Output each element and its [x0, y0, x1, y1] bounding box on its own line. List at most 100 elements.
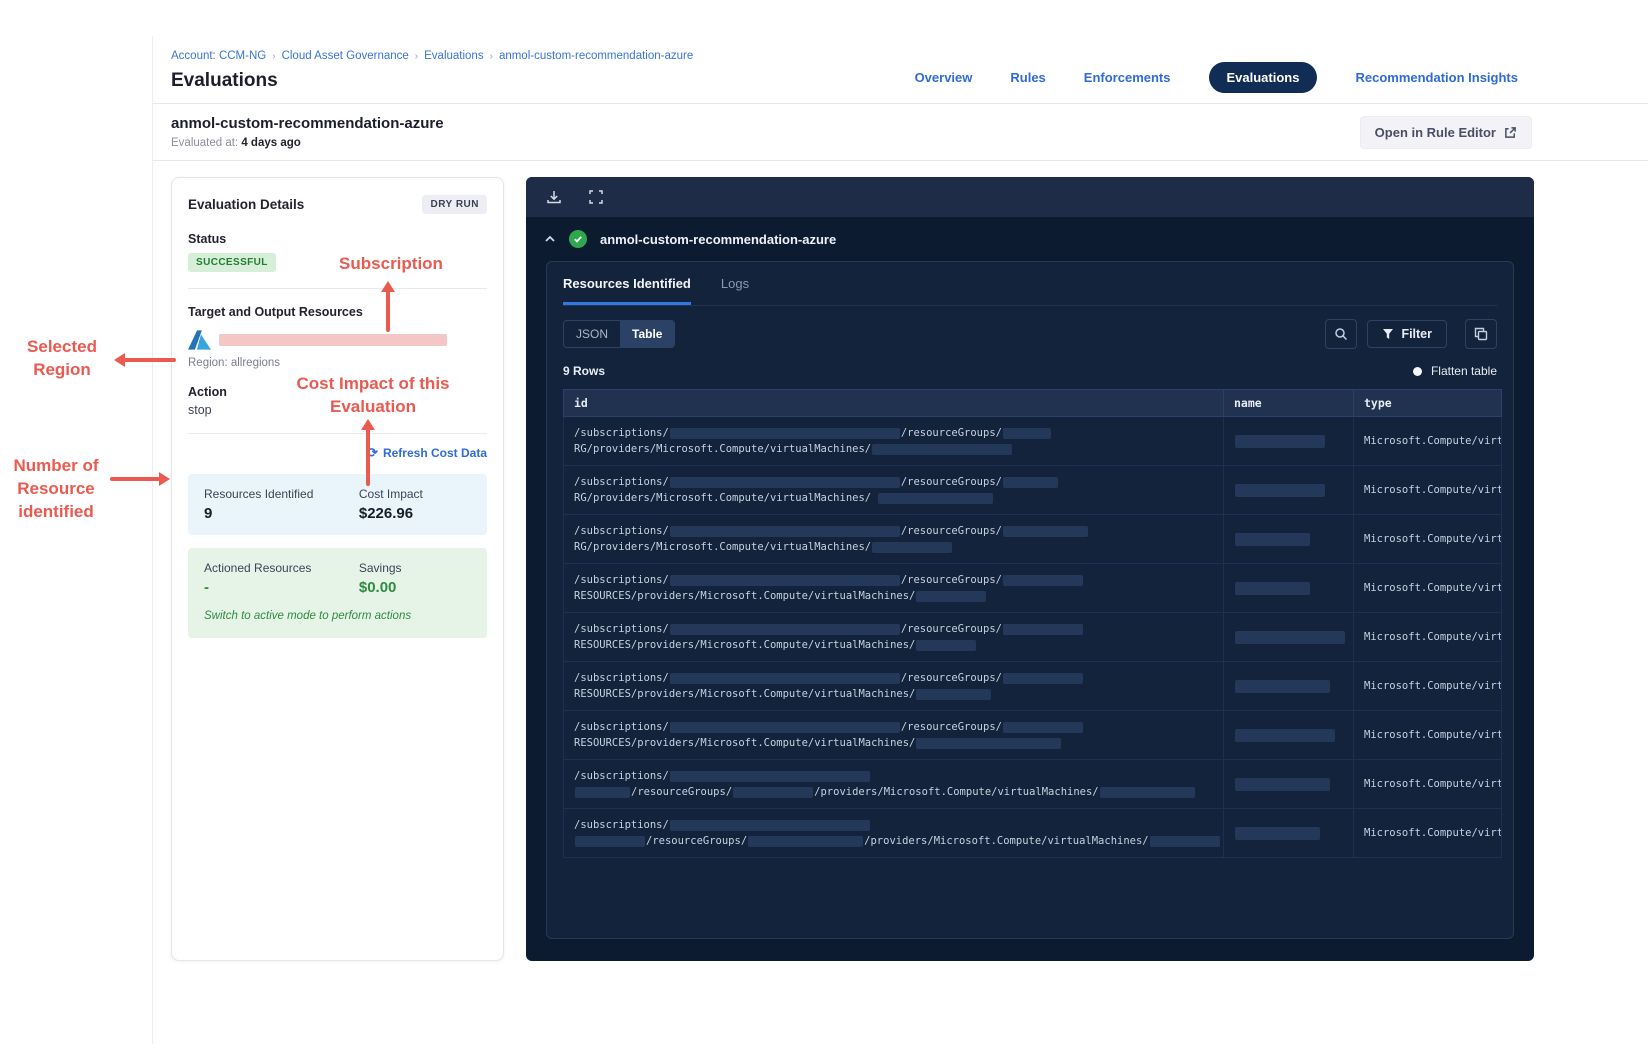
breadcrumb-item[interactable]: anmol-custom-recommendation-azure [499, 50, 693, 62]
tab-logs[interactable]: Logs [721, 276, 749, 305]
table-row[interactable]: /subscriptions//resourceGroups/RESOURCES… [563, 710, 1502, 760]
identified-stats-box: Resources Identified 9 Cost Impact $226.… [188, 474, 487, 535]
card-title: Evaluation Details [188, 197, 305, 212]
breadcrumb: Account: CCM-NG › Cloud Asset Governance › E… [171, 50, 693, 62]
azure-icon [188, 330, 211, 350]
nav-tab-rules[interactable]: Rules [1010, 70, 1045, 85]
redacted-value [669, 819, 870, 831]
resources-identified-value: 9 [204, 505, 213, 522]
cell-name [1223, 661, 1354, 711]
nav-tab-overview[interactable]: Overview [915, 70, 973, 85]
cell-type: Microsoft.Compute/virtu [1353, 514, 1502, 564]
tab-resources-identified[interactable]: Resources Identified [563, 276, 691, 305]
result-header[interactable]: anmol-custom-recommendation-azure [526, 217, 1534, 261]
rows-count: 9 Rows [563, 364, 606, 378]
panel-toolbar [526, 177, 1534, 217]
redacted-value [669, 770, 870, 782]
cell-type: Microsoft.Compute/virtu [1353, 612, 1502, 662]
column-header-name[interactable]: name [1223, 389, 1354, 417]
open-rule-editor-label: Open in Rule Editor [1374, 124, 1496, 140]
redacted-value [1002, 574, 1083, 586]
fullscreen-icon[interactable] [588, 189, 604, 205]
resources-identified-label: Resources Identified [204, 487, 314, 501]
cell-id: /subscriptions//resourceGroups/RG/provid… [563, 465, 1224, 515]
redacted-value [733, 786, 814, 798]
table-row[interactable]: /subscriptions//resourceGroups/RESOURCES… [563, 661, 1502, 711]
nav-tab-recommendation-insights[interactable]: Recommendation Insights [1355, 70, 1518, 85]
breadcrumb-item[interactable]: Evaluations [424, 50, 483, 62]
redacted-value [872, 541, 953, 553]
dry-run-badge: DRY RUN [422, 195, 487, 214]
redacted-value [1002, 672, 1083, 684]
cell-name [1223, 808, 1354, 858]
search-button[interactable] [1325, 319, 1358, 349]
breadcrumb-item[interactable]: Account: CCM-NG [171, 50, 266, 62]
cost-impact-value: $226.96 [358, 505, 414, 522]
cell-id: /subscriptions//resourceGroups/RESOURCES… [563, 710, 1224, 760]
flatten-table-toggle[interactable]: Flatten table [1412, 364, 1497, 378]
result-tabs: Resources Identified Logs [563, 276, 1497, 306]
breadcrumb-separator: › [489, 51, 493, 62]
cost-impact-label: Cost Impact [358, 487, 423, 501]
cell-name [1223, 563, 1354, 613]
cell-type: Microsoft.Compute/virtu [1353, 416, 1502, 466]
main: Evaluation Details DRY RUN Status SUCCES… [153, 161, 1648, 961]
breadcrumb-item[interactable]: Cloud Asset Governance [282, 50, 409, 62]
evaluation-name: anmol-custom-recommendation-azure [171, 115, 444, 132]
savings-label: Savings [358, 561, 402, 575]
view-toggle-json[interactable]: JSON [564, 321, 620, 347]
redacted-value [1235, 679, 1330, 693]
redacted-value [1002, 427, 1051, 439]
cell-id: /subscriptions//resourceGroups/RESOURCES… [563, 612, 1224, 662]
chevron-up-icon[interactable] [544, 233, 556, 245]
redacted-value [1235, 434, 1325, 448]
evaluated-at-label: Evaluated at: [171, 137, 239, 149]
copy-button[interactable] [1465, 319, 1497, 349]
table-row[interactable]: /subscriptions//resourceGroups/RG/provid… [563, 514, 1502, 564]
cell-name [1223, 759, 1354, 809]
table-row[interactable]: /subscriptions/ /resourceGroups//provide… [563, 808, 1502, 858]
active-mode-note: Switch to active mode to perform actions [204, 610, 412, 622]
cell-id: /subscriptions//resourceGroups/RESOURCES… [563, 661, 1224, 711]
download-icon[interactable] [546, 189, 562, 205]
column-header-type[interactable]: type [1353, 389, 1502, 417]
table-row[interactable]: /subscriptions//resourceGroups/RG/provid… [563, 416, 1502, 466]
redacted-value [669, 672, 900, 684]
redacted-value [669, 721, 900, 733]
content-area: Account: CCM-NG › Cloud Asset Governance › E… [152, 36, 1648, 1044]
refresh-cost-data-label: Refresh Cost Data [382, 446, 487, 460]
redacted-value [669, 476, 900, 488]
open-rule-editor-button[interactable]: Open in Rule Editor [1359, 115, 1532, 149]
actioned-resources-label: Actioned Resources [204, 561, 312, 575]
redacted-subscription [219, 334, 447, 346]
cell-id: /subscriptions//resourceGroups/RESOURCES… [563, 563, 1224, 613]
annotation-selected-region: Selected Region [27, 337, 97, 379]
redacted-value [1099, 786, 1195, 798]
status-label: Status [188, 232, 227, 246]
redacted-value [575, 835, 645, 847]
table-row[interactable]: /subscriptions//resourceGroups/RESOURCES… [563, 612, 1502, 662]
cell-name [1223, 514, 1354, 564]
nav-tab-enforcements[interactable]: Enforcements [1084, 70, 1171, 85]
top-nav: Overview Rules Enforcements Evaluations Reco… [915, 62, 1518, 93]
redacted-value [872, 443, 1013, 455]
view-toggle-table[interactable]: Table [620, 321, 675, 347]
table-row[interactable]: /subscriptions/ /resourceGroups//provide… [563, 759, 1502, 809]
view-toggle: JSON Table [563, 320, 676, 348]
filter-button[interactable]: Filter [1367, 320, 1447, 348]
cell-id: /subscriptions//resourceGroups/RG/provid… [563, 514, 1224, 564]
column-header-id[interactable]: id [563, 389, 1224, 417]
rows-summary: 9 Rows Flatten table [563, 364, 1497, 378]
redacted-value [916, 688, 992, 700]
evaluation-details-card: Evaluation Details DRY RUN Status SUCCES… [171, 177, 504, 961]
nav-tab-evaluations[interactable]: Evaluations [1208, 62, 1318, 93]
redacted-value [1002, 476, 1058, 488]
refresh-cost-data-link[interactable]: ⟳ Refresh Cost Data [188, 445, 487, 461]
table-row[interactable]: /subscriptions//resourceGroups/RESOURCES… [563, 563, 1502, 613]
table-row[interactable]: /subscriptions//resourceGroups/RG/provid… [563, 465, 1502, 515]
redacted-value [1235, 826, 1320, 840]
result-title: anmol-custom-recommendation-azure [600, 231, 837, 247]
toggle-dot-icon [1412, 366, 1422, 376]
annotation-arrow-cost-impact [360, 419, 375, 486]
redacted-value [1002, 525, 1088, 537]
